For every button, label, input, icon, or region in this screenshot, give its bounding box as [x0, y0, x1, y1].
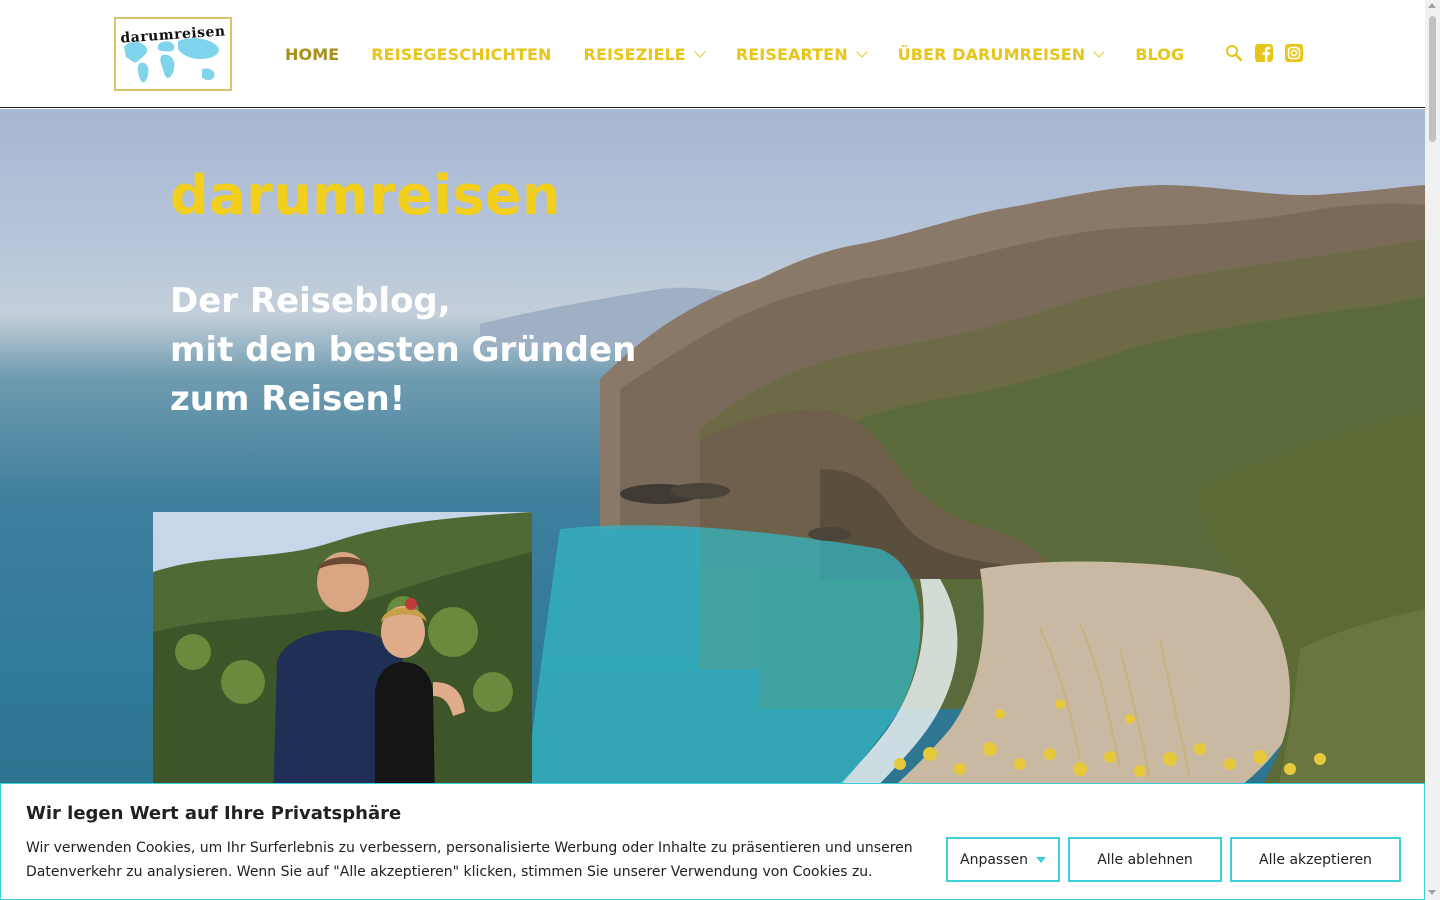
- facebook-icon[interactable]: [1254, 43, 1274, 63]
- caret-down-icon: [1036, 856, 1046, 863]
- chevron-down-icon[interactable]: [694, 45, 706, 58]
- chevron-down-icon[interactable]: [856, 45, 868, 58]
- accept-all-button[interactable]: Alle akzeptieren: [1230, 837, 1401, 882]
- hero-section: darumreisen Der Reiseblog, mit den beste…: [0, 109, 1425, 900]
- couple-photo: [153, 512, 532, 802]
- nav-item-label: BLOG: [1135, 44, 1185, 64]
- search-icon[interactable]: [1224, 43, 1244, 63]
- nav-item-reiseziele[interactable]: REISEZIELE: [583, 44, 706, 64]
- nav-item-label: REISEZIELE: [583, 44, 686, 64]
- hero-subtitle-line: mit den besten Gründen: [170, 330, 637, 370]
- nav-item-ueber-darumreisen[interactable]: ÜBER DARUMREISEN: [897, 44, 1105, 64]
- customize-button[interactable]: Anpassen: [946, 837, 1060, 882]
- page-scrollbar[interactable]: [1425, 0, 1440, 900]
- instagram-icon[interactable]: [1284, 43, 1304, 63]
- accept-all-button-label: Alle akzeptieren: [1259, 851, 1372, 868]
- nav-item-label: REISEARTEN: [735, 44, 848, 64]
- hero-subtitle-line: zum Reisen!: [170, 379, 406, 419]
- customize-button-label: Anpassen: [960, 851, 1028, 868]
- header-icon-group: [1224, 43, 1314, 63]
- reject-all-button[interactable]: Alle ablehnen: [1068, 837, 1222, 882]
- cookie-banner-text: Wir verwenden Cookies, um Ihr Surferlebn…: [26, 840, 913, 880]
- nav-item-label: HOME: [285, 44, 340, 64]
- nav-item-reisegeschichten[interactable]: REISEGESCHICHTEN: [371, 45, 551, 64]
- cookie-banner-title: Wir legen Wert auf Ihre Privatsphäre: [26, 803, 402, 824]
- hero-subtitle-line: Der Reiseblog,: [170, 281, 451, 321]
- nav-item-label: ÜBER DARUMREISEN: [897, 44, 1086, 64]
- cookie-consent-banner: Wir legen Wert auf Ihre Privatsphäre Wir…: [0, 783, 1425, 900]
- nav-item-blog[interactable]: BLOG: [1135, 45, 1184, 64]
- nav-item-label: REISEGESCHICHTEN: [371, 44, 552, 64]
- site-header: darumreisen HOME REISEGESCHICHTEN REISEZ…: [0, 0, 1425, 108]
- chevron-down-icon[interactable]: [1093, 45, 1105, 58]
- hero-subtitle: Der Reiseblog, mit den besten Gründen zu…: [170, 277, 636, 424]
- scroll-down-arrow-icon[interactable]: [1428, 890, 1436, 895]
- site-logo[interactable]: darumreisen: [114, 17, 232, 91]
- nav-item-reisearten[interactable]: REISEARTEN: [735, 44, 868, 64]
- scrollbar-thumb[interactable]: [1429, 16, 1436, 142]
- reject-all-button-label: Alle ablehnen: [1097, 851, 1193, 868]
- nav-item-home[interactable]: HOME: [285, 45, 339, 64]
- scroll-up-arrow-icon[interactable]: [1428, 3, 1436, 8]
- hero-title: darumreisen: [170, 164, 561, 227]
- main-navigation: HOME REISEGESCHICHTEN REISEZIELE REISEAR…: [285, 0, 1216, 108]
